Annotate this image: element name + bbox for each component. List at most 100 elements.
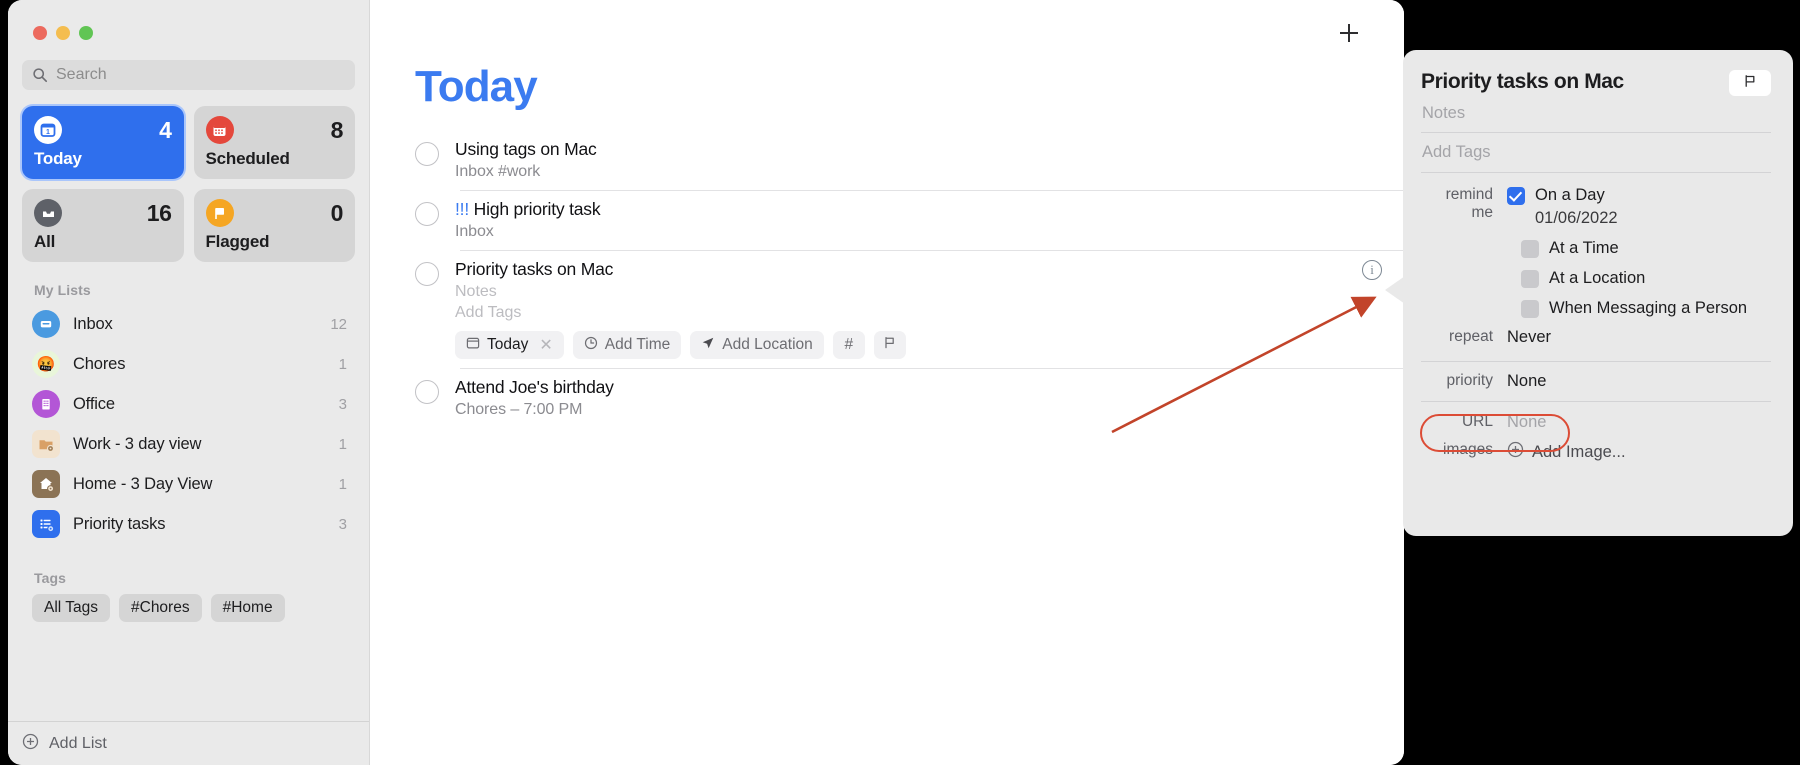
chip-label: Today — [487, 336, 529, 353]
task-priority-marks: !!! — [455, 199, 469, 219]
sidebar-item-chores[interactable]: 🤬 Chores 1 — [8, 344, 369, 384]
add-list-label: Add List — [49, 734, 107, 752]
task-tag: #work — [498, 163, 541, 180]
priority-row[interactable]: priority None — [1421, 362, 1771, 401]
task-row[interactable]: Attend Joe's birthday Chores – 7:00 PM — [370, 368, 1404, 428]
chip-add-location[interactable]: Add Location — [690, 331, 824, 359]
tag-chip-chores[interactable]: #Chores — [119, 594, 202, 622]
sidebar-item-count: 3 — [338, 395, 347, 413]
remind-option-label: On a Day — [1535, 186, 1605, 204]
smart-card-label: Flagged — [205, 232, 270, 251]
popover-tags-field[interactable]: Add Tags — [1421, 133, 1771, 172]
sidebar-item-work-3-day-view[interactable]: Work - 3 day view 1 — [8, 424, 369, 464]
flag-outline-icon — [1742, 73, 1758, 94]
task-complete-circle[interactable] — [415, 262, 439, 286]
remind-option-when-messaging[interactable]: When Messaging a Person — [1421, 299, 1771, 318]
repeat-value: Never — [1507, 328, 1552, 346]
sidebar-item-label: Priority tasks — [73, 514, 166, 533]
popover-notes-field[interactable]: Notes — [1421, 96, 1771, 132]
tag-chip-group: All Tags #Chores #Home — [8, 592, 369, 622]
task-row-selected[interactable]: Priority tasks on Mac Notes Add Tags Tod… — [370, 250, 1404, 368]
remind-option-on-a-day[interactable]: On a Day — [1507, 186, 1618, 205]
sidebar-item-priority-tasks[interactable]: Priority tasks 3 — [8, 504, 369, 544]
task-notes-placeholder[interactable]: Notes — [455, 283, 1359, 301]
url-row[interactable]: URL None — [1421, 402, 1771, 432]
chip-add-tag[interactable]: # — [832, 331, 865, 359]
emoji-face-icon: 🤬 — [32, 350, 60, 378]
reminder-detail-popover: Priority tasks on Mac Notes Add Tags rem… — [1403, 50, 1793, 536]
chip-today[interactable]: Today ✕ — [455, 331, 564, 359]
remind-option-label: At a Location — [1549, 269, 1646, 287]
smart-card-label: Today — [34, 149, 82, 168]
smart-list-cards: 1 4 Today 8 Scheduled 16 All 0 Flagged — [8, 90, 369, 262]
task-complete-circle[interactable] — [415, 380, 439, 404]
checkbox-checked-icon[interactable] — [1507, 186, 1525, 205]
checkbox-icon[interactable] — [1521, 239, 1539, 258]
sidebar-item-office[interactable]: Office 3 — [8, 384, 369, 424]
task-title: Using tags on Mac — [455, 139, 597, 159]
task-row[interactable]: Using tags on Mac Inbox #work — [370, 130, 1404, 190]
smart-card-all[interactable]: 16 All — [22, 189, 184, 262]
task-complete-circle[interactable] — [415, 202, 439, 226]
calendar-icon — [466, 336, 480, 355]
zoom-button[interactable] — [79, 26, 93, 40]
tag-chip-all-tags[interactable]: All Tags — [32, 594, 110, 622]
calendar-day-icon: 1 — [34, 116, 62, 144]
repeat-row[interactable]: repeat Never — [1421, 318, 1771, 347]
house-smart-list-icon — [32, 470, 60, 498]
plus-circle-icon — [22, 733, 39, 755]
flag-icon — [205, 199, 234, 227]
smart-card-scheduled[interactable]: 8 Scheduled — [193, 106, 355, 179]
search-placeholder: Search — [56, 66, 107, 83]
task-list-name: Inbox — [455, 223, 494, 240]
my-lists-header: My Lists — [34, 282, 91, 298]
plus-circle-icon — [1507, 441, 1524, 463]
sidebar-item-count: 12 — [330, 315, 347, 333]
task-subtitle: Inbox #work — [455, 163, 1359, 181]
close-button[interactable] — [33, 26, 47, 40]
url-label: URL — [1461, 413, 1493, 430]
task-title: Priority tasks on Mac — [455, 259, 614, 279]
popover-flag-button[interactable] — [1729, 70, 1771, 96]
task-list-name: Inbox — [455, 163, 494, 180]
sidebar-item-home-3-day-view[interactable]: Home - 3 Day View 1 — [8, 464, 369, 504]
chip-remove-icon[interactable]: ✕ — [539, 335, 552, 355]
task-tags-placeholder[interactable]: Add Tags — [455, 304, 1359, 322]
popover-tail — [1385, 276, 1405, 304]
smart-card-count: 4 — [159, 116, 172, 143]
sidebar-item-count: 1 — [338, 435, 347, 453]
search-field[interactable]: Search — [22, 60, 355, 90]
task-chip-row: Today ✕ Add Time Add Location # — [455, 331, 1359, 359]
sidebar-item-count: 1 — [338, 475, 347, 493]
search-icon — [32, 67, 48, 83]
task-row[interactable]: !!! High priority task Inbox — [370, 190, 1404, 250]
sidebar-item-count: 3 — [338, 515, 347, 533]
smart-card-flagged[interactable]: 0 Flagged — [193, 189, 355, 262]
add-list-button[interactable]: Add List — [8, 721, 369, 765]
images-row[interactable]: images Add Image... — [1421, 432, 1771, 463]
add-image-label[interactable]: Add Image... — [1532, 443, 1626, 462]
sidebar-item-label: Work - 3 day view — [73, 434, 202, 453]
remind-option-at-a-time[interactable]: At a Time — [1421, 239, 1771, 258]
info-circle-icon[interactable]: i — [1362, 260, 1382, 280]
tag-chip-home[interactable]: #Home — [210, 594, 285, 622]
add-reminder-button[interactable] — [1334, 18, 1364, 48]
minimize-button[interactable] — [56, 26, 70, 40]
checkbox-icon[interactable] — [1521, 299, 1539, 318]
remind-date-value[interactable]: 01/06/2022 — [1507, 209, 1618, 228]
smart-card-count: 16 — [146, 199, 172, 226]
sidebar-item-label: Inbox — [73, 314, 113, 333]
hash-icon: # — [844, 336, 854, 353]
remind-option-at-a-location[interactable]: At a Location — [1421, 269, 1771, 288]
task-complete-circle[interactable] — [415, 142, 439, 166]
chip-flag[interactable] — [873, 331, 906, 359]
url-value: None — [1507, 413, 1547, 431]
chip-add-time[interactable]: Add Time — [572, 331, 682, 359]
remind-me-label: remind me — [1445, 186, 1493, 221]
smart-card-today[interactable]: 1 4 Today — [22, 106, 184, 179]
calendar-icon — [205, 116, 234, 144]
task-title-text: High priority task — [473, 199, 601, 219]
task-list-pane: Today Using tags on Mac Inbox #work !!! … — [370, 0, 1404, 765]
checkbox-icon[interactable] — [1521, 269, 1539, 288]
sidebar-item-inbox[interactable]: Inbox 12 — [8, 304, 369, 344]
